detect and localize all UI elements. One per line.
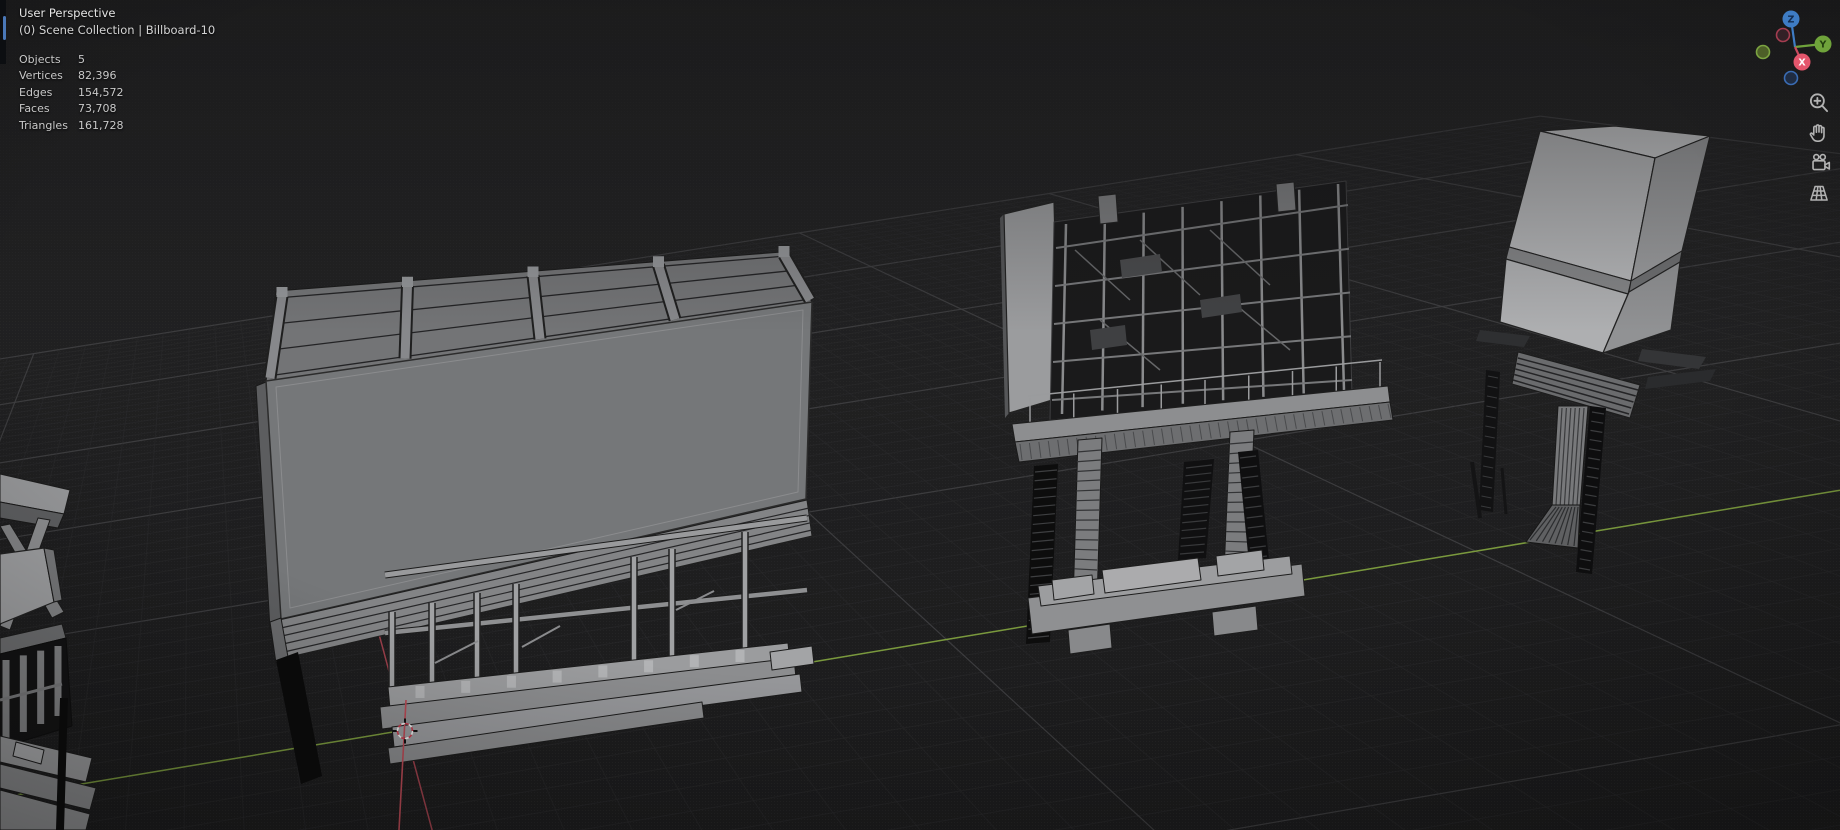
svg-text:Z: Z bbox=[1788, 14, 1795, 25]
zoom-icon[interactable] bbox=[1806, 90, 1832, 116]
vignette bbox=[0, 0, 1840, 830]
svg-text:Y: Y bbox=[1819, 39, 1827, 50]
gizmo-axis-z-negative[interactable] bbox=[1783, 70, 1799, 86]
pan-hand-icon[interactable] bbox=[1806, 120, 1832, 146]
ortho-grid-icon[interactable] bbox=[1806, 180, 1832, 206]
svg-text:X: X bbox=[1798, 57, 1806, 68]
area-edge-accent bbox=[3, 16, 6, 40]
gizmo-axis-y-negative[interactable] bbox=[1755, 44, 1771, 60]
viewport-nav-icons bbox=[1806, 90, 1834, 210]
area-edge-strip[interactable] bbox=[0, 0, 6, 64]
navigation-gizmo[interactable]: Z Y X bbox=[1755, 7, 1835, 87]
gizmo-axis-x-negative[interactable] bbox=[1775, 27, 1791, 43]
3d-viewport[interactable]: User Perspective (0) Scene Collection | … bbox=[0, 0, 1840, 830]
viewport-canvas[interactable] bbox=[0, 0, 1840, 830]
gizmo-axis-y-positive[interactable]: Y bbox=[1814, 35, 1832, 53]
camera-view-icon[interactable] bbox=[1806, 150, 1832, 176]
gizmo-axis-z-positive[interactable]: Z bbox=[1782, 10, 1800, 28]
gizmo-axis-x-positive[interactable]: X bbox=[1793, 53, 1811, 71]
